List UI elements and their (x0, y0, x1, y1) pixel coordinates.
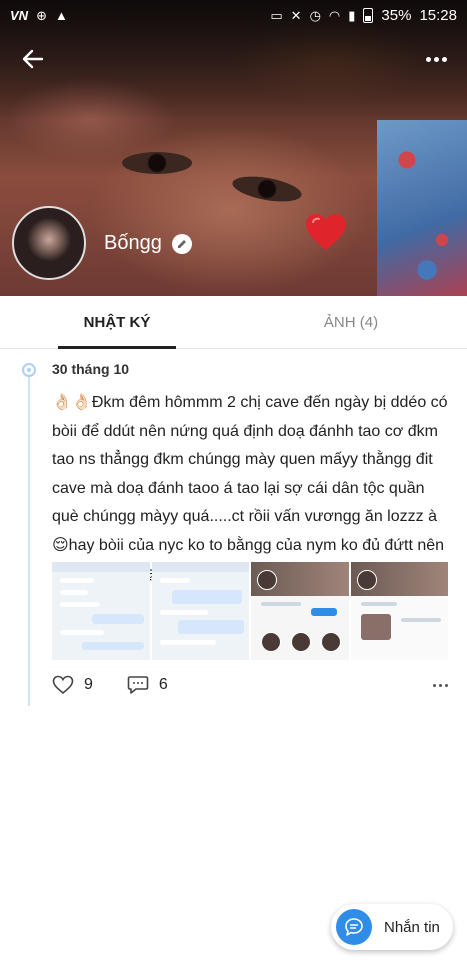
cover-detail-eye (122, 152, 192, 174)
signal-icon: ▮ (348, 7, 356, 23)
cover-detail-eye (230, 172, 304, 206)
post-stats: 9 6 (52, 672, 448, 698)
cast-icon: ▭ (270, 7, 283, 23)
send-message-label: Nhắn tin (384, 918, 440, 936)
clock: 15:28 (419, 6, 457, 24)
mute-icon: ✕ (290, 7, 302, 23)
comment-icon (127, 676, 149, 694)
timeline-dot (22, 363, 36, 377)
chat-bubble-icon (336, 909, 372, 945)
tab-photos[interactable]: ẢNH (4) (290, 296, 412, 348)
post-more-options-icon[interactable] (433, 672, 448, 698)
alarm-icon: ◷ (309, 7, 321, 23)
send-message-button[interactable]: Nhắn tin (331, 904, 453, 950)
profile-tabs: NHẬT KÝ ẢNH (4) (0, 296, 467, 349)
post-text[interactable]: 👌🏻👌🏻Đkm đêm hômmm 2 chị cave đến ngày bị… (52, 389, 452, 589)
cover-detail-floral (377, 120, 467, 296)
battery-percent: 35% (381, 6, 412, 24)
avatar[interactable] (12, 206, 86, 280)
tab-diary[interactable]: NHẬT KÝ (58, 296, 176, 349)
like-button[interactable]: 9 (52, 675, 93, 695)
carrier-label: VN (10, 7, 29, 23)
post-image-thumbnail[interactable] (151, 562, 249, 660)
back-arrow-icon[interactable] (18, 44, 48, 74)
edit-pencil-icon[interactable] (171, 233, 192, 254)
profile-name: Bốngg (104, 232, 162, 254)
post-image-thumbnail[interactable] (251, 562, 349, 660)
post-image-thumbnail[interactable] (52, 562, 150, 660)
warning-icon: ▲ (54, 7, 68, 23)
heart-icon (304, 212, 348, 257)
status-bar: VN ⊕ ▲ ▭ ✕ ◷ ◠ ▮ 35% 15:28 (0, 0, 467, 30)
comment-button[interactable]: 6 (127, 675, 168, 695)
like-count: 9 (84, 676, 93, 693)
comment-count: 6 (158, 676, 168, 693)
more-vertical-dots-icon[interactable] (421, 46, 451, 72)
battery-icon (363, 7, 374, 23)
post-date: 30 tháng 10 (52, 361, 130, 377)
post-images (52, 562, 448, 660)
post-image-thumbnail[interactable] (350, 562, 448, 660)
settings-icon: ⊕ (36, 7, 47, 23)
like-heart-icon (52, 675, 74, 695)
timeline-line (28, 368, 30, 706)
wifi-icon: ◠ (328, 7, 341, 23)
